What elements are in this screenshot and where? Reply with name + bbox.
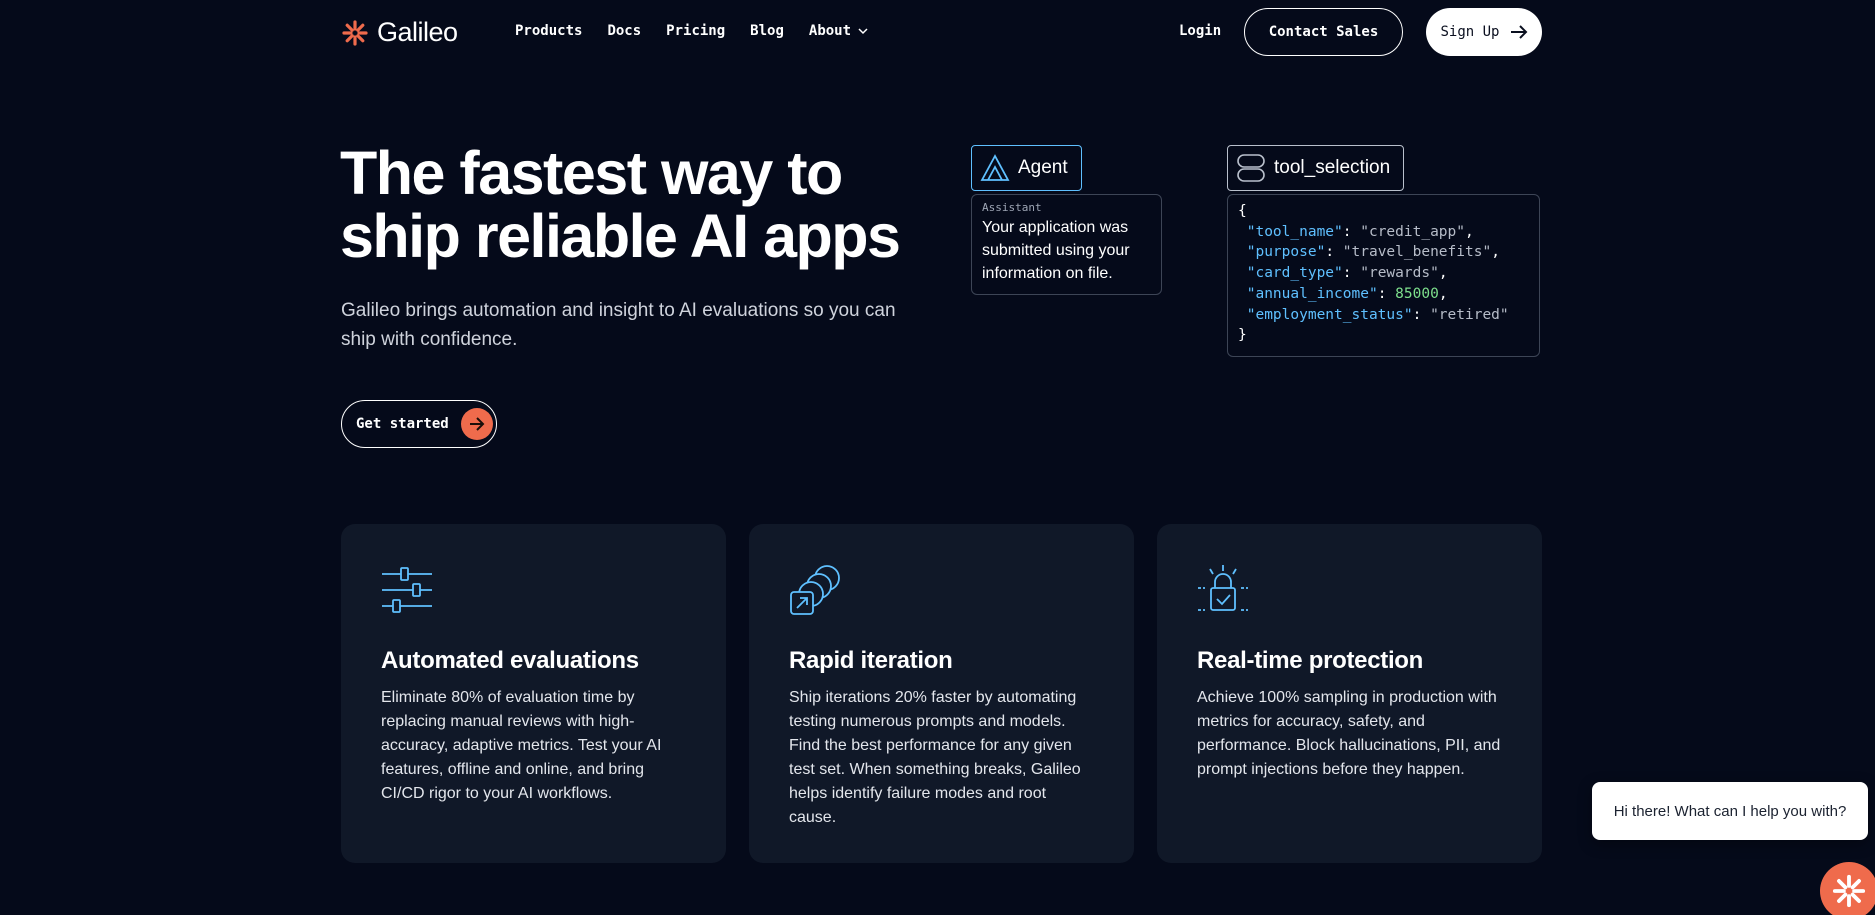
feature-text: Ship iterations 20% faster by automating… [789,689,1081,826]
chat-greeting-bubble[interactable]: Hi there! What can I help you with? [1592,782,1868,840]
json-value: "rewards" [1360,265,1439,282]
nav-links: Products Docs Pricing Blog About [515,23,869,39]
agent-tag-label: Agent [1018,157,1068,178]
feature-title: Rapid iteration [789,647,953,674]
assistant-message-box: Assistant Your application was submitted… [971,194,1162,295]
json-value: "credit_app" [1360,223,1465,240]
feature-card-automated-evaluations: Automated evaluations Eliminate 80% of e… [341,524,726,863]
json-key: "employment_status" [1246,306,1413,323]
feature-title: Automated evaluations [381,647,639,674]
page: Galileo Products Docs Pricing Blog About… [0,0,1875,915]
json-close-brace: } [1238,327,1247,344]
json-key: "tool_name" [1246,223,1343,240]
contact-sales-button[interactable]: Contact Sales [1244,8,1403,56]
json-line: "annual_income": 85000, [1246,285,1448,302]
nav-link-pricing[interactable]: Pricing [666,23,725,39]
arrow-right-circle-icon [460,408,493,440]
agent-tag: Agent [971,145,1082,191]
json-key: "card_type" [1246,265,1343,282]
login-link[interactable]: Login [1179,23,1221,39]
assistant-role-label: Assistant [982,201,1042,214]
toggle-stack-icon [1237,154,1265,182]
tool-json-box: { "tool_name": "credit_app", "purpose": … [1227,194,1540,357]
tool-selection-label: tool_selection [1274,157,1391,178]
agent-logo-icon [980,154,1010,181]
json-value: "retired" [1430,306,1509,323]
feature-text: Achieve 100% sampling in production with… [1197,689,1501,778]
brand-logo[interactable]: Galileo [341,17,458,48]
json-key: "purpose" [1246,244,1326,261]
nav-link-docs[interactable]: Docs [607,23,641,39]
json-value: 85000 [1395,285,1439,302]
json-line: "purpose": "travel_benefits", [1246,244,1500,261]
get-started-button[interactable]: Get started [341,400,497,448]
nav-link-blog[interactable]: Blog [750,23,784,39]
feature-title: Real-time protection [1197,647,1424,674]
feature-text: Eliminate 80% of evaluation time by repl… [381,689,662,802]
json-open-brace: { [1238,203,1247,219]
assistant-message: Your application was submitted using you… [982,219,1130,282]
galileo-logo-icon [342,19,368,46]
json-value: "travel_benefits" [1342,244,1492,261]
nav-link-about-label: About [808,23,852,39]
sign-up-button[interactable]: Sign Up [1426,8,1542,56]
brand-name: Galileo [377,17,458,47]
feature-card-real-time-protection: Real-time protection Achieve 100% sampli… [1157,524,1542,863]
json-lines: "tool_name": "credit_app", "purpose": "t… [1238,224,1509,323]
sliders-icon [382,567,432,613]
hero-subtitle: Galileo brings automation and insight to… [341,300,896,350]
json-line: "card_type": "rewards", [1246,265,1448,282]
stacked-arrows-icon [790,565,840,615]
chat-launcher-button[interactable] [1820,862,1875,915]
tool-selection-tag: tool_selection [1227,145,1404,191]
chevron-down-icon [858,28,868,35]
get-started-label: Get started [356,416,449,432]
json-line: "tool_name": "credit_app", [1246,223,1474,240]
json-line: "employment_status": "retired" [1246,306,1509,323]
sign-up-label: Sign Up [1440,24,1500,40]
nav-link-about[interactable]: About [809,23,869,39]
hero-title: The fastest way to ship reliable AI apps [340,139,901,270]
nav-link-products[interactable]: Products [515,23,582,39]
arrow-right-icon [1510,25,1527,39]
lock-check-icon [1198,565,1248,611]
feature-card-rapid-iteration: Rapid iteration Ship iterations 20% fast… [749,524,1134,863]
galileo-logo-icon [1832,874,1866,908]
json-key: "annual_income" [1246,285,1378,302]
top-nav: Galileo Products Docs Pricing Blog About… [341,8,1542,56]
